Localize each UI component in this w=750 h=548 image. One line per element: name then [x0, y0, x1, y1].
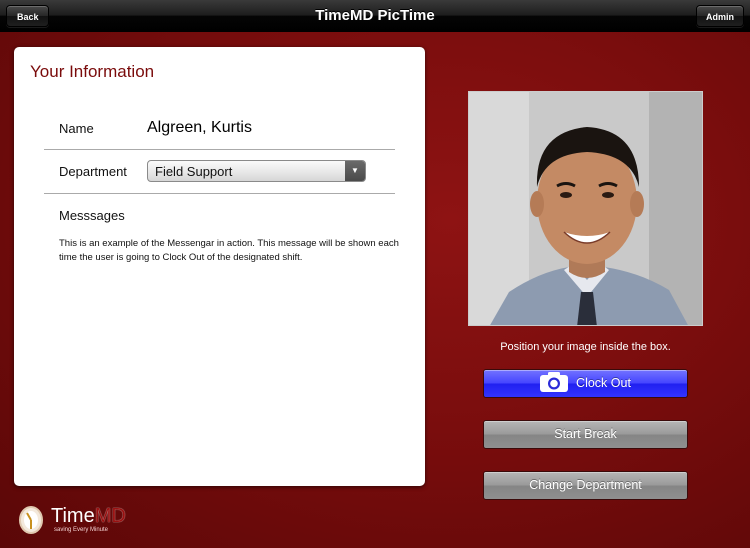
logo-time-text: Time: [51, 505, 95, 527]
admin-button[interactable]: Admin: [696, 5, 744, 27]
department-dropdown[interactable]: Field Support ▼: [147, 160, 366, 182]
panel-title: Your Information: [30, 62, 155, 81]
start-break-button[interactable]: Start Break: [483, 420, 688, 449]
position-hint: Position your image inside the box.: [500, 341, 671, 353]
user-photo: [469, 92, 702, 325]
messages-label: Messsages: [59, 208, 125, 223]
timemd-logo: TimeMD saving Every Minute: [18, 503, 138, 537]
camera-icon: [540, 371, 569, 392]
divider: [44, 193, 395, 194]
camera-preview: [468, 91, 703, 326]
your-information-panel: Your Information Name Algreen, Kurtis De…: [14, 47, 425, 486]
logo-wordmark: TimeMD: [51, 505, 126, 528]
department-selected-value: Field Support: [155, 164, 233, 179]
name-value: Algreen, Kurtis: [147, 119, 252, 136]
clock-out-label: Clock Out: [576, 376, 631, 390]
logo-md-text: MD: [94, 505, 126, 527]
name-label: Name: [59, 121, 94, 136]
divider: [44, 149, 395, 150]
logo-tagline: saving Every Minute: [54, 527, 109, 533]
clock-out-button[interactable]: Clock Out: [483, 369, 688, 398]
navigation-bar: Back TimeMD PicTime Admin: [0, 0, 750, 32]
department-label: Department: [59, 164, 127, 179]
clock-logo-icon: [19, 506, 43, 534]
dropdown-arrow-icon[interactable]: ▼: [345, 161, 365, 181]
app-title: TimeMD PicTime: [315, 7, 435, 24]
change-department-button[interactable]: Change Department: [483, 471, 688, 500]
message-text: This is an example of the Messengar in a…: [59, 238, 399, 263]
